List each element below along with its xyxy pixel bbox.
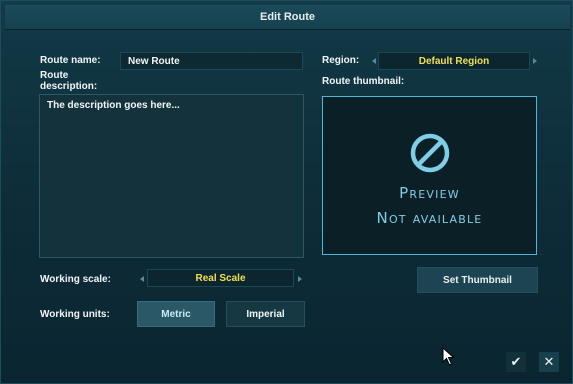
- region-prev-arrow-icon[interactable]: [372, 58, 376, 64]
- route-thumbnail-label: Route thumbnail:: [322, 76, 405, 87]
- route-description-textarea[interactable]: The description goes here...: [39, 94, 304, 258]
- route-description-label-line1: Route: [40, 70, 69, 81]
- no-preview-icon: [410, 133, 449, 173]
- working-scale-selector[interactable]: Real Scale: [147, 269, 294, 287]
- dialog-title: Edit Route: [260, 11, 315, 23]
- working-scale-value: Real Scale: [195, 272, 246, 284]
- region-next-arrow-icon[interactable]: [533, 58, 537, 64]
- route-name-value: New Route: [128, 55, 180, 67]
- route-name-input[interactable]: New Route: [120, 52, 303, 70]
- set-thumbnail-button[interactable]: Set Thumbnail: [417, 267, 538, 293]
- working-units-label: Working units:: [40, 309, 110, 320]
- close-icon: ✕: [543, 354, 555, 369]
- title-divider: [5, 29, 570, 30]
- metric-button[interactable]: Metric: [137, 301, 215, 327]
- edit-route-dialog: Edit Route Route name: New Route Route d…: [0, 0, 573, 384]
- preview-text-line2: Not available: [376, 209, 483, 227]
- checkmark-icon: ✔: [510, 354, 522, 369]
- cancel-button[interactable]: ✕: [539, 352, 559, 372]
- ok-button[interactable]: ✔: [506, 352, 526, 372]
- dialog-title-bar: Edit Route: [5, 5, 570, 29]
- imperial-label: Imperial: [246, 308, 285, 320]
- route-description-value: The description goes here...: [47, 100, 180, 111]
- scale-prev-arrow-icon[interactable]: [140, 276, 144, 282]
- region-value: Default Region: [418, 55, 490, 67]
- region-label: Region:: [322, 55, 360, 66]
- set-thumbnail-label: Set Thumbnail: [443, 274, 512, 286]
- mouse-cursor-icon: [442, 347, 455, 366]
- preview-text-line1: Preview: [399, 184, 460, 202]
- thumbnail-preview: Preview Not available: [322, 96, 537, 255]
- imperial-button[interactable]: Imperial: [226, 301, 305, 327]
- scale-next-arrow-icon[interactable]: [298, 276, 302, 282]
- working-scale-label: Working scale:: [40, 274, 111, 285]
- metric-label: Metric: [161, 308, 191, 320]
- route-description-label-line2: description:: [40, 81, 98, 92]
- route-name-label: Route name:: [40, 55, 101, 66]
- route-description-label: Route description:: [40, 70, 97, 92]
- region-selector[interactable]: Default Region: [378, 52, 530, 70]
